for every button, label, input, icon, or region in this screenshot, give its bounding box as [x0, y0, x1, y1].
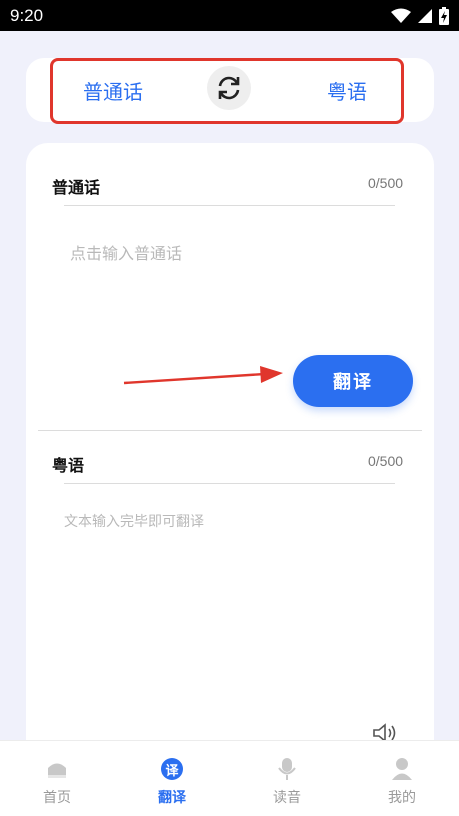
- nav-label-home: 首页: [43, 790, 71, 806]
- nav-label-profile: 我的: [388, 790, 416, 806]
- translate-button[interactable]: 翻译: [293, 355, 413, 407]
- microphone-icon: [275, 757, 299, 781]
- nav-item-profile[interactable]: 我的: [362, 741, 442, 816]
- status-icons: [391, 6, 449, 25]
- pointer-arrow-icon: [123, 366, 283, 385]
- translate-button-label: 翻译: [333, 372, 373, 393]
- highlight-box: [50, 58, 404, 124]
- source-divider: [64, 205, 395, 206]
- status-bar: 9:20: [0, 0, 459, 31]
- battery-icon: [439, 6, 449, 25]
- source-char-count: 0/500: [368, 175, 404, 191]
- target-divider: [64, 483, 395, 484]
- signal-icon: [418, 8, 432, 23]
- translate-icon: 译: [160, 757, 184, 781]
- nav-label-translate: 翻译: [158, 790, 186, 806]
- wifi-icon: [391, 8, 411, 23]
- source-text-input[interactable]: 点击输入普通话: [70, 240, 182, 264]
- source-section-title: 普通话: [52, 178, 101, 197]
- target-char-count: 0/500: [368, 453, 404, 469]
- nav-item-pronunciation[interactable]: 读音: [247, 741, 327, 816]
- nav-item-translate[interactable]: 译 翻译: [132, 741, 212, 816]
- profile-icon: [390, 757, 414, 781]
- translate-icon-glyph: 译: [161, 758, 183, 780]
- nav-item-home[interactable]: 首页: [17, 741, 97, 816]
- home-icon: [45, 757, 69, 781]
- status-time: 9:20: [10, 5, 44, 25]
- section-divider: [38, 430, 422, 431]
- nav-label-pronunciation: 读音: [273, 790, 301, 806]
- target-text-output: 文本输入完毕即可翻译: [64, 514, 204, 530]
- target-section-title: 粤语: [52, 456, 85, 475]
- bottom-navigation: 首页 译 翻译 读音 我的: [0, 740, 459, 816]
